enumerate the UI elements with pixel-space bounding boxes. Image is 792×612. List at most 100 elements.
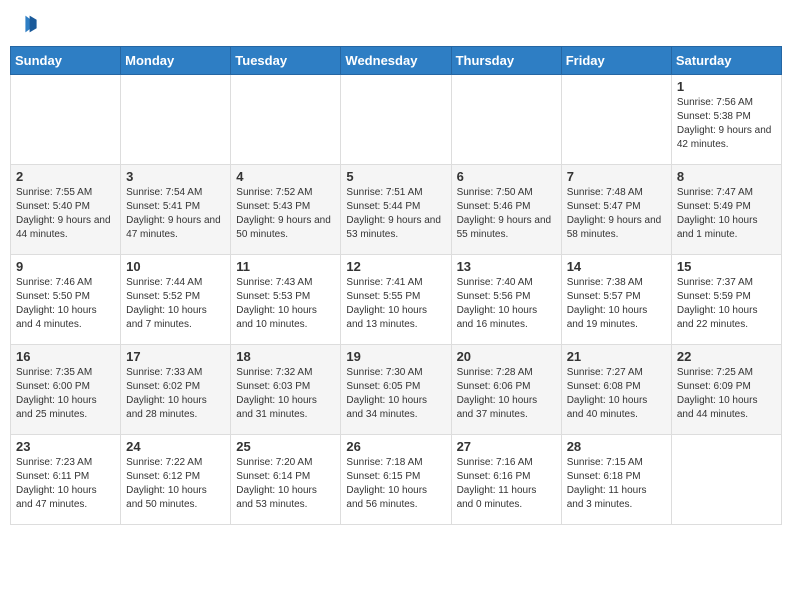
day-info: Sunrise: 7:38 AM Sunset: 5:57 PM Dayligh…: [567, 276, 666, 332]
calendar-week-3: 16 Sunrise: 7:35 AM Sunset: 6:00 PM Dayli…: [11, 345, 782, 435]
day-number: 20: [457, 349, 556, 364]
day-info: Sunrise: 7:48 AM Sunset: 5:47 PM Dayligh…: [567, 186, 666, 242]
day-number: 7: [567, 169, 666, 184]
day-number: 3: [126, 169, 225, 184]
day-number: 23: [16, 439, 115, 454]
day-number: 22: [677, 349, 776, 364]
col-header-thursday: Thursday: [451, 47, 561, 75]
day-number: 10: [126, 259, 225, 274]
day-info: Sunrise: 7:23 AM Sunset: 6:11 PM Dayligh…: [16, 456, 115, 512]
day-info: Sunrise: 7:41 AM Sunset: 5:55 PM Dayligh…: [346, 276, 445, 332]
day-number: 13: [457, 259, 556, 274]
day-number: 9: [16, 259, 115, 274]
day-number: 21: [567, 349, 666, 364]
day-info: Sunrise: 7:35 AM Sunset: 6:00 PM Dayligh…: [16, 366, 115, 422]
calendar-cell: 12 Sunrise: 7:41 AM Sunset: 5:55 PM Dayli…: [341, 255, 451, 345]
calendar-cell: [231, 75, 341, 165]
calendar-cell: 15 Sunrise: 7:37 AM Sunset: 5:59 PM Dayli…: [671, 255, 781, 345]
calendar-cell: [561, 75, 671, 165]
col-header-tuesday: Tuesday: [231, 47, 341, 75]
day-number: 16: [16, 349, 115, 364]
logo: [10, 10, 42, 38]
day-info: Sunrise: 7:27 AM Sunset: 6:08 PM Dayligh…: [567, 366, 666, 422]
day-info: Sunrise: 7:44 AM Sunset: 5:52 PM Dayligh…: [126, 276, 225, 332]
day-number: 25: [236, 439, 335, 454]
calendar-cell: 6Sunrise: 7:50 AM Sunset: 5:46 PM Daylig…: [451, 165, 561, 255]
col-header-monday: Monday: [121, 47, 231, 75]
col-header-sunday: Sunday: [11, 47, 121, 75]
day-number: 8: [677, 169, 776, 184]
calendar-cell: 21 Sunrise: 7:27 AM Sunset: 6:08 PM Dayli…: [561, 345, 671, 435]
calendar-cell: 1Sunrise: 7:56 AM Sunset: 5:38 PM Daylig…: [671, 75, 781, 165]
calendar-cell: 19 Sunrise: 7:30 AM Sunset: 6:05 PM Dayli…: [341, 345, 451, 435]
day-number: 1: [677, 79, 776, 94]
calendar-week-0: 1Sunrise: 7:56 AM Sunset: 5:38 PM Daylig…: [11, 75, 782, 165]
calendar-cell: 2 Sunrise: 7:55 AM Sunset: 5:40 PM Daylig…: [11, 165, 121, 255]
day-number: 5: [346, 169, 445, 184]
calendar-cell: 28Sunrise: 7:15 AM Sunset: 6:18 PM Dayli…: [561, 435, 671, 525]
day-info: Sunrise: 7:30 AM Sunset: 6:05 PM Dayligh…: [346, 366, 445, 422]
day-info: Sunrise: 7:18 AM Sunset: 6:15 PM Dayligh…: [346, 456, 445, 512]
day-number: 18: [236, 349, 335, 364]
day-number: 28: [567, 439, 666, 454]
calendar-cell: 9 Sunrise: 7:46 AM Sunset: 5:50 PM Daylig…: [11, 255, 121, 345]
day-info: Sunrise: 7:37 AM Sunset: 5:59 PM Dayligh…: [677, 276, 776, 332]
calendar-week-2: 9 Sunrise: 7:46 AM Sunset: 5:50 PM Daylig…: [11, 255, 782, 345]
calendar-cell: 25 Sunrise: 7:20 AM Sunset: 6:14 PM Dayli…: [231, 435, 341, 525]
day-info: Sunrise: 7:55 AM Sunset: 5:40 PM Dayligh…: [16, 186, 115, 242]
calendar-header-row: SundayMondayTuesdayWednesdayThursdayFrid…: [11, 47, 782, 75]
day-number: 12: [346, 259, 445, 274]
calendar-cell: 4 Sunrise: 7:52 AM Sunset: 5:43 PM Daylig…: [231, 165, 341, 255]
calendar-week-1: 2 Sunrise: 7:55 AM Sunset: 5:40 PM Daylig…: [11, 165, 782, 255]
calendar-cell: [121, 75, 231, 165]
calendar-cell: 8 Sunrise: 7:47 AM Sunset: 5:49 PM Daylig…: [671, 165, 781, 255]
calendar-cell: 7 Sunrise: 7:48 AM Sunset: 5:47 PM Daylig…: [561, 165, 671, 255]
day-info: Sunrise: 7:32 AM Sunset: 6:03 PM Dayligh…: [236, 366, 335, 422]
day-info: Sunrise: 7:52 AM Sunset: 5:43 PM Dayligh…: [236, 186, 335, 242]
calendar-week-4: 23 Sunrise: 7:23 AM Sunset: 6:11 PM Dayli…: [11, 435, 782, 525]
calendar-cell: 11 Sunrise: 7:43 AM Sunset: 5:53 PM Dayli…: [231, 255, 341, 345]
day-info: Sunrise: 7:51 AM Sunset: 5:44 PM Dayligh…: [346, 186, 445, 242]
calendar-cell: 24Sunrise: 7:22 AM Sunset: 6:12 PM Dayli…: [121, 435, 231, 525]
day-info: Sunrise: 7:33 AM Sunset: 6:02 PM Dayligh…: [126, 366, 225, 422]
day-number: 11: [236, 259, 335, 274]
day-info: Sunrise: 7:20 AM Sunset: 6:14 PM Dayligh…: [236, 456, 335, 512]
calendar-cell: 20 Sunrise: 7:28 AM Sunset: 6:06 PM Dayli…: [451, 345, 561, 435]
day-info: Sunrise: 7:46 AM Sunset: 5:50 PM Dayligh…: [16, 276, 115, 332]
calendar-table: SundayMondayTuesdayWednesdayThursdayFrid…: [10, 46, 782, 525]
calendar-cell: 22 Sunrise: 7:25 AM Sunset: 6:09 PM Dayli…: [671, 345, 781, 435]
day-info: Sunrise: 7:22 AM Sunset: 6:12 PM Dayligh…: [126, 456, 225, 512]
calendar-cell: [11, 75, 121, 165]
calendar-cell: 13 Sunrise: 7:40 AM Sunset: 5:56 PM Dayli…: [451, 255, 561, 345]
col-header-friday: Friday: [561, 47, 671, 75]
day-number: 2: [16, 169, 115, 184]
calendar-cell: 14 Sunrise: 7:38 AM Sunset: 5:57 PM Dayli…: [561, 255, 671, 345]
day-info: Sunrise: 7:50 AM Sunset: 5:46 PM Dayligh…: [457, 186, 556, 242]
day-number: 14: [567, 259, 666, 274]
calendar-cell: 5 Sunrise: 7:51 AM Sunset: 5:44 PM Daylig…: [341, 165, 451, 255]
page-header: [10, 10, 782, 38]
day-number: 15: [677, 259, 776, 274]
col-header-saturday: Saturday: [671, 47, 781, 75]
calendar-cell: 16 Sunrise: 7:35 AM Sunset: 6:00 PM Dayli…: [11, 345, 121, 435]
day-number: 17: [126, 349, 225, 364]
calendar-cell: 27Sunrise: 7:16 AM Sunset: 6:16 PM Dayli…: [451, 435, 561, 525]
day-info: Sunrise: 7:25 AM Sunset: 6:09 PM Dayligh…: [677, 366, 776, 422]
day-number: 26: [346, 439, 445, 454]
calendar-cell: 26 Sunrise: 7:18 AM Sunset: 6:15 PM Dayli…: [341, 435, 451, 525]
calendar-cell: [341, 75, 451, 165]
day-info: Sunrise: 7:43 AM Sunset: 5:53 PM Dayligh…: [236, 276, 335, 332]
day-info: Sunrise: 7:54 AM Sunset: 5:41 PM Dayligh…: [126, 186, 225, 242]
col-header-wednesday: Wednesday: [341, 47, 451, 75]
day-info: Sunrise: 7:28 AM Sunset: 6:06 PM Dayligh…: [457, 366, 556, 422]
calendar-cell: 23 Sunrise: 7:23 AM Sunset: 6:11 PM Dayli…: [11, 435, 121, 525]
logo-icon: [10, 10, 38, 38]
calendar-cell: 10 Sunrise: 7:44 AM Sunset: 5:52 PM Dayli…: [121, 255, 231, 345]
day-number: 4: [236, 169, 335, 184]
day-info: Sunrise: 7:47 AM Sunset: 5:49 PM Dayligh…: [677, 186, 776, 242]
day-number: 27: [457, 439, 556, 454]
day-info: Sunrise: 7:40 AM Sunset: 5:56 PM Dayligh…: [457, 276, 556, 332]
calendar-cell: [671, 435, 781, 525]
day-number: 19: [346, 349, 445, 364]
calendar-cell: 18 Sunrise: 7:32 AM Sunset: 6:03 PM Dayli…: [231, 345, 341, 435]
